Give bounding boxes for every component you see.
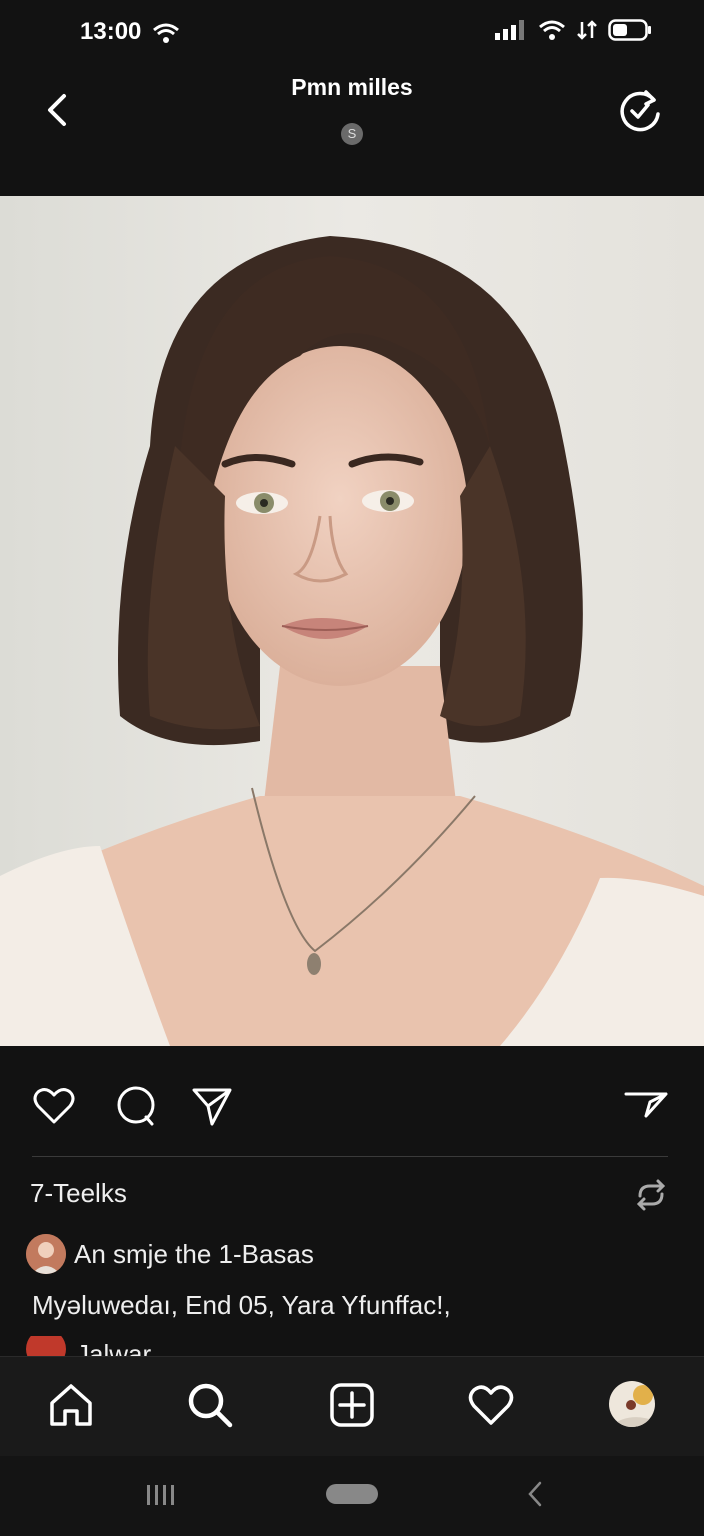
post-actions <box>0 1046 704 1156</box>
add-icon[interactable] <box>328 1381 376 1429</box>
partial-comment-text: Jalwar <box>76 1338 152 1357</box>
page-title: Pmn milles <box>291 74 413 100</box>
sync-button[interactable] <box>616 86 664 134</box>
data-icon <box>577 20 597 40</box>
status-time: 13:00 <box>80 18 142 45</box>
post-header: Pmn milles S <box>0 66 704 196</box>
profile-avatar-image <box>609 1381 655 1427</box>
comment-text: Myәluwedaı, End 05, Yara Yfunffac!, <box>32 1290 451 1320</box>
heart-icon[interactable] <box>32 1084 76 1128</box>
list-item: Jalwar <box>26 1336 151 1356</box>
verified-badge: S <box>341 123 363 145</box>
avatar[interactable] <box>26 1336 66 1356</box>
repeat-icon[interactable] <box>632 1176 670 1214</box>
post-image[interactable] <box>0 196 704 1046</box>
avatar-image <box>26 1234 66 1274</box>
divider <box>32 1156 668 1157</box>
status-icons <box>494 18 652 42</box>
caption-row: An smje the 1-Basas <box>26 1234 314 1274</box>
recent-apps-icon[interactable] <box>146 1484 178 1506</box>
bottom-nav <box>0 1356 704 1457</box>
back-nav-icon[interactable] <box>524 1480 546 1508</box>
signal-icon <box>495 20 524 40</box>
home-icon[interactable] <box>47 1381 95 1429</box>
likes-count[interactable]: 7-Teelks <box>30 1178 127 1209</box>
search-icon[interactable] <box>186 1381 234 1429</box>
battery-icon <box>608 19 651 41</box>
send-icon[interactable] <box>190 1084 234 1128</box>
status-bar: 13:00 <box>0 0 704 66</box>
avatar[interactable] <box>26 1234 66 1274</box>
wifi-icon <box>153 23 179 43</box>
home-pill[interactable] <box>326 1484 378 1504</box>
caption-text: An smje the 1-Basas <box>74 1238 314 1269</box>
send-alt-icon[interactable] <box>624 1084 668 1128</box>
heart-icon[interactable] <box>467 1381 515 1429</box>
comment-icon[interactable] <box>114 1084 158 1128</box>
profile-avatar[interactable] <box>609 1381 655 1427</box>
system-nav-bar <box>0 1456 704 1536</box>
wifi-icon <box>539 20 565 40</box>
